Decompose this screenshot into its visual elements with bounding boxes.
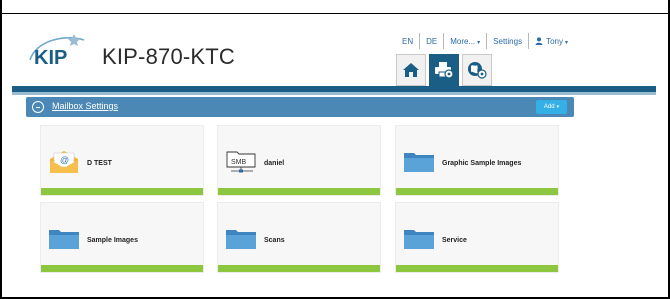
nav-divider <box>419 33 421 49</box>
user-name: Tony <box>546 36 563 46</box>
header-band-shadow <box>12 92 656 95</box>
user-menu[interactable]: Tony ▾ <box>535 37 568 46</box>
mailbox-settings-header: Mailbox Settings Add ▾ <box>26 97 574 117</box>
mailbox-name: Scans <box>264 237 285 244</box>
svg-text:SMB: SMB <box>231 159 247 166</box>
user-icon <box>535 36 543 45</box>
more-menu-label: More... <box>450 36 476 46</box>
mailbox-card[interactable]: Scans <box>217 202 381 273</box>
logo-text: KIP <box>34 47 67 69</box>
mailbox-name: Service <box>442 237 467 244</box>
lang-de-link[interactable]: DE <box>426 37 437 46</box>
nav-divider <box>528 33 530 49</box>
mailbox-card[interactable]: Service <box>395 202 559 273</box>
settings-link[interactable]: Settings <box>493 37 522 46</box>
top-nav: EN DE More... ▾ Settings Tony ▾ <box>402 32 568 50</box>
kip-logo: KIP <box>26 30 88 72</box>
add-button-label: Add <box>543 104 555 110</box>
folder-icon <box>404 230 434 249</box>
mailbox-card[interactable]: Graphic Sample Images <box>395 125 559 196</box>
mailbox-name: daniel <box>264 160 285 167</box>
tab-global-settings[interactable] <box>462 54 492 86</box>
lang-en-link[interactable]: EN <box>402 37 413 46</box>
tab-print-settings[interactable] <box>429 54 459 86</box>
mailbox-status-bar <box>218 188 380 195</box>
folder-icon <box>49 230 79 249</box>
chevron-down-icon: ▾ <box>556 104 560 110</box>
chevron-down-icon: ▾ <box>564 39 568 46</box>
mailbox-status-bar <box>396 265 558 272</box>
app-title: KIP-870-KTC <box>102 44 236 69</box>
print-settings-icon <box>435 62 454 79</box>
mailbox-card[interactable]: @ D TEST <box>40 125 204 196</box>
chevron-down-icon: ▾ <box>477 39 481 46</box>
svg-text:@: @ <box>60 155 69 165</box>
home-icon <box>403 63 419 77</box>
folder-icon <box>404 153 434 172</box>
mailbox-grid: @ D TEST SMB daniel Graphic Sample Image… <box>26 117 574 283</box>
collapse-icon[interactable] <box>32 101 44 113</box>
smb-share-icon: SMB <box>226 151 256 173</box>
more-menu[interactable]: More... ▾ <box>450 37 480 46</box>
app-header: KIP KIP-870-KTC EN DE More... ▾ Settings … <box>12 14 656 86</box>
main-tabs <box>396 54 492 86</box>
nav-divider <box>486 33 488 49</box>
globe-settings-icon <box>468 62 487 79</box>
mailbox-card[interactable]: SMB daniel <box>217 125 381 196</box>
mailbox-card[interactable]: Sample Images <box>40 202 204 273</box>
panel-title-link[interactable]: Mailbox Settings <box>52 101 118 111</box>
tab-home[interactable] <box>396 54 426 86</box>
mailbox-name: Graphic Sample Images <box>442 160 522 167</box>
mailbox-name: Sample Images <box>87 237 138 244</box>
add-button[interactable]: Add ▾ <box>536 100 567 114</box>
mailbox-status-bar <box>41 188 203 195</box>
mailbox-status-bar <box>396 188 558 195</box>
mailbox-name: D TEST <box>87 160 112 167</box>
folder-icon <box>226 230 256 249</box>
nav-divider <box>443 33 445 49</box>
mailbox-status-bar <box>218 265 380 272</box>
mailbox-status-bar <box>41 265 203 272</box>
email-icon: @ <box>50 151 78 173</box>
